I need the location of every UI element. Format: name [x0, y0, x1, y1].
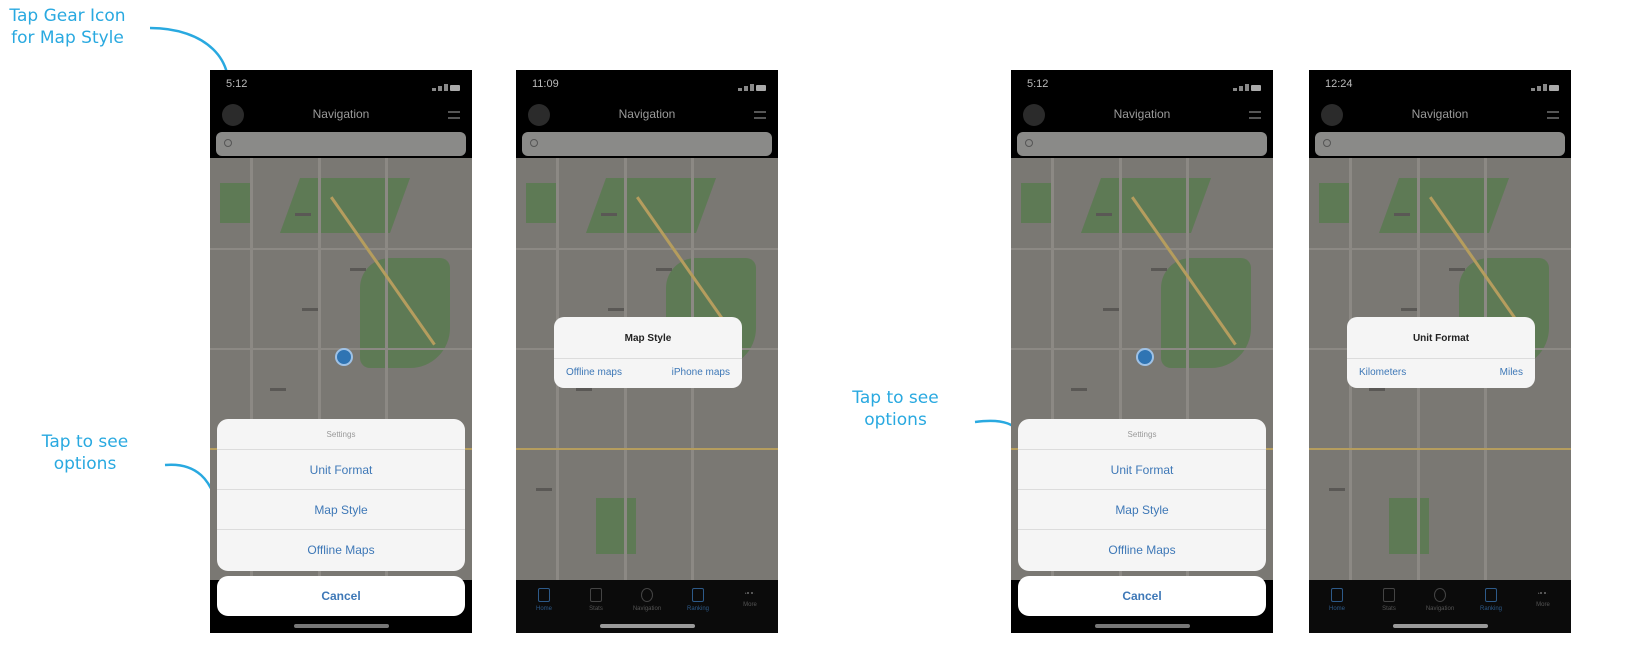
signal-icon: [1231, 79, 1261, 91]
home-icon: [538, 588, 550, 602]
ranking-icon: [692, 588, 704, 602]
cancel-button[interactable]: Cancel: [217, 576, 465, 616]
search-icon: [1025, 139, 1033, 147]
map-style-button[interactable]: Map Style: [217, 503, 465, 517]
alert-option-1[interactable]: Offline maps: [566, 367, 622, 378]
alert-dialog: Map Style Offline maps iPhone maps: [554, 317, 742, 388]
stats-icon: [1383, 588, 1395, 602]
nav-bar: Navigation: [1309, 98, 1571, 132]
home-icon: [1331, 588, 1343, 602]
alert-title: Map Style: [624, 333, 672, 344]
nav-bar: Navigation: [210, 98, 472, 132]
status-time: 12:24: [1325, 78, 1353, 90]
status-time: 11:09: [532, 78, 559, 90]
tab-stats[interactable]: Stats: [1365, 588, 1413, 612]
search-icon: [224, 139, 232, 147]
nav-title: Navigation: [312, 107, 370, 121]
signal-icon: [430, 79, 460, 91]
navigation-icon: [641, 588, 653, 602]
annotation-tap-options-right: Tap to see options: [852, 388, 939, 430]
unit-format-button[interactable]: Unit Format: [217, 463, 465, 477]
tab-navigation[interactable]: Navigation: [623, 588, 671, 612]
cancel-button[interactable]: Cancel: [1018, 576, 1266, 616]
map-style-button[interactable]: Map Style: [1018, 503, 1266, 517]
alert-dialog: Unit Format Kilometers Miles: [1347, 317, 1535, 388]
unit-format-button[interactable]: Unit Format: [1018, 463, 1266, 477]
settings-action-sheet: Settings Unit Format Map Style Offline M…: [1018, 419, 1266, 571]
home-indicator: [294, 624, 389, 628]
nav-title: Navigation: [1113, 107, 1171, 121]
tab-ranking[interactable]: Ranking: [1467, 588, 1515, 612]
sheet-title: Settings: [326, 430, 356, 439]
search-input[interactable]: [1017, 132, 1267, 156]
tab-ranking[interactable]: Ranking: [674, 588, 722, 612]
search-icon: [1323, 139, 1331, 147]
alert-option-2[interactable]: iPhone maps: [672, 367, 730, 378]
status-bar: 5:12: [210, 70, 472, 98]
annotation-tap-options-left: Tap to see options: [41, 432, 129, 474]
status-bar: 12:24: [1309, 70, 1571, 98]
location-pin-icon[interactable]: [1136, 348, 1154, 366]
alert-title: Unit Format: [1412, 333, 1470, 344]
phone-screen-2: 11:09 Navigation Map Style Offline maps …: [516, 70, 778, 633]
status-bar: 5:12: [1011, 70, 1273, 98]
nav-bar: Navigation: [1011, 98, 1273, 132]
offline-maps-button[interactable]: Offline Maps: [1018, 543, 1266, 557]
alert-option-1[interactable]: Kilometers: [1359, 367, 1406, 378]
search-input[interactable]: [1315, 132, 1565, 156]
nav-bar: Navigation: [516, 98, 778, 132]
signal-icon: [736, 79, 766, 91]
search-input[interactable]: [522, 132, 772, 156]
menu-icon[interactable]: [754, 111, 766, 119]
tab-more[interactable]: More: [726, 588, 774, 608]
settings-action-sheet: Settings Unit Format Map Style Offline M…: [217, 419, 465, 571]
status-time: 5:12: [226, 78, 248, 90]
tab-home[interactable]: Home: [1313, 588, 1361, 612]
tab-home[interactable]: Home: [520, 588, 568, 612]
alert-option-2[interactable]: Miles: [1500, 367, 1523, 378]
home-indicator: [600, 624, 695, 628]
phone-screen-3: 5:12 Navigation Settings Unit Format Map…: [1011, 70, 1273, 633]
tab-stats[interactable]: Stats: [572, 588, 620, 612]
phone-screen-1: 5:12 Navigation Settings Unit Format Map…: [210, 70, 472, 633]
nav-title: Navigation: [618, 107, 676, 121]
offline-maps-button[interactable]: Offline Maps: [217, 543, 465, 557]
location-pin-icon[interactable]: [335, 348, 353, 366]
more-icon: [1538, 592, 1548, 598]
menu-icon[interactable]: [1547, 111, 1559, 119]
menu-icon[interactable]: [1249, 111, 1261, 119]
phone-screen-4: 12:24 Navigation Unit Format Kilometers …: [1309, 70, 1571, 633]
home-indicator: [1095, 624, 1190, 628]
signal-icon: [1529, 79, 1559, 91]
more-icon: [745, 592, 755, 598]
menu-icon[interactable]: [448, 111, 460, 119]
nav-title: Navigation: [1411, 107, 1469, 121]
search-input[interactable]: [216, 132, 466, 156]
navigation-icon: [1434, 588, 1446, 602]
status-time: 5:12: [1027, 78, 1049, 90]
stats-icon: [590, 588, 602, 602]
tab-navigation[interactable]: Navigation: [1416, 588, 1464, 612]
ranking-icon: [1485, 588, 1497, 602]
search-icon: [530, 139, 538, 147]
home-indicator: [1393, 624, 1488, 628]
annotation-tap-gear: Tap Gear Icon for Map Style: [9, 6, 126, 48]
tab-more[interactable]: More: [1519, 588, 1567, 608]
sheet-title: Settings: [1127, 430, 1157, 439]
status-bar: 11:09: [516, 70, 778, 98]
